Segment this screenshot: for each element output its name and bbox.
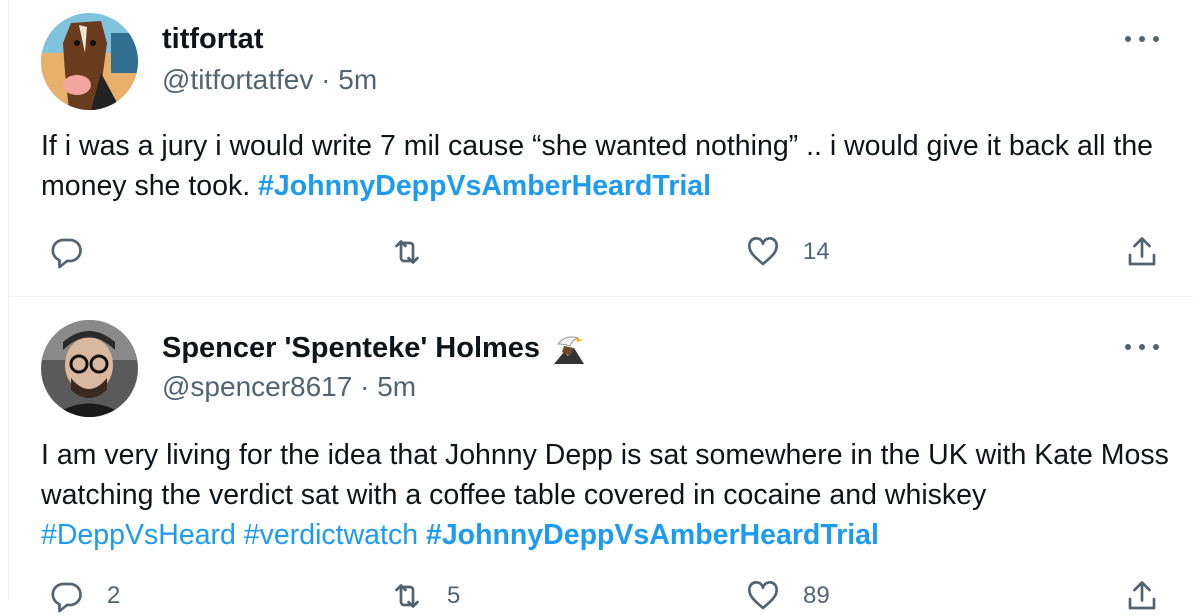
like-count: 14: [803, 238, 830, 265]
action-bar: 2 5 89: [41, 576, 1171, 616]
timestamp[interactable]: 5m: [377, 371, 416, 402]
avatar-image: [41, 13, 138, 110]
retweet-button[interactable]: [389, 232, 447, 272]
tweet-text: If i was a jury i would write 7 mil caus…: [41, 126, 1171, 206]
tweet[interactable]: titfortat @titfortatfev · 5m If i was a …: [9, 0, 1193, 297]
display-name-text[interactable]: Spencer 'Spenteke' Holmes: [162, 332, 540, 365]
display-name[interactable]: Spencer 'Spenteke' Holmes: [162, 330, 586, 366]
action-bar: 14: [41, 232, 1171, 272]
more-options-icon[interactable]: [1125, 27, 1159, 51]
hashtag-link[interactable]: #DeppVsHeard: [41, 519, 236, 551]
like-count: 89: [803, 582, 830, 609]
separator: ·: [360, 371, 370, 402]
retweet-icon: [395, 584, 419, 608]
handle-line: @titfortatfev · 5m: [162, 64, 377, 96]
reply-button[interactable]: [49, 232, 107, 272]
share-button[interactable]: [1124, 576, 1160, 616]
share-button[interactable]: [1124, 232, 1160, 272]
like-button[interactable]: 89: [745, 576, 830, 616]
avatar[interactable]: [41, 13, 138, 110]
avatar-image: [41, 320, 138, 417]
retweet-count: 5: [447, 582, 461, 609]
handle-line: @spencer8617 · 5m: [162, 371, 416, 403]
retweet-button[interactable]: 5: [389, 576, 460, 616]
like-button[interactable]: 14: [745, 232, 830, 272]
more-options-icon[interactable]: [1125, 335, 1159, 359]
share-icon: [1128, 581, 1156, 610]
share-icon: [1128, 237, 1156, 266]
timestamp[interactable]: 5m: [338, 64, 377, 95]
reply-icon: [51, 582, 82, 613]
heart-icon: [748, 237, 778, 266]
display-name[interactable]: titfortat: [162, 23, 263, 56]
user-handle[interactable]: @titfortatfev: [162, 64, 313, 95]
retweet-icon: [395, 240, 419, 264]
hashtag-link[interactable]: #JohnnyDeppVsAmberHeardTrial: [258, 170, 711, 202]
eagle-icon: [554, 336, 585, 364]
reply-button[interactable]: 2: [49, 576, 120, 616]
reply-icon: [51, 238, 82, 269]
reply-count: 2: [107, 582, 121, 609]
separator: ·: [321, 64, 331, 95]
avatar[interactable]: [41, 320, 138, 417]
display-name-text[interactable]: titfortat: [162, 23, 263, 56]
heart-icon: [748, 581, 778, 610]
hashtag-link[interactable]: #verdictwatch: [244, 519, 418, 551]
user-handle[interactable]: @spencer8617: [162, 371, 352, 402]
tweet[interactable]: Spencer 'Spenteke' Holmes @spencer8617 ·…: [9, 297, 1193, 613]
timeline: titfortat @titfortatfev · 5m If i was a …: [8, 0, 1193, 613]
tweet-text: I am very living for the idea that Johnn…: [41, 435, 1171, 555]
tweet-text-plain: I am very living for the idea that Johnn…: [41, 439, 1169, 511]
hashtag-link[interactable]: #JohnnyDeppVsAmberHeardTrial: [426, 519, 879, 551]
